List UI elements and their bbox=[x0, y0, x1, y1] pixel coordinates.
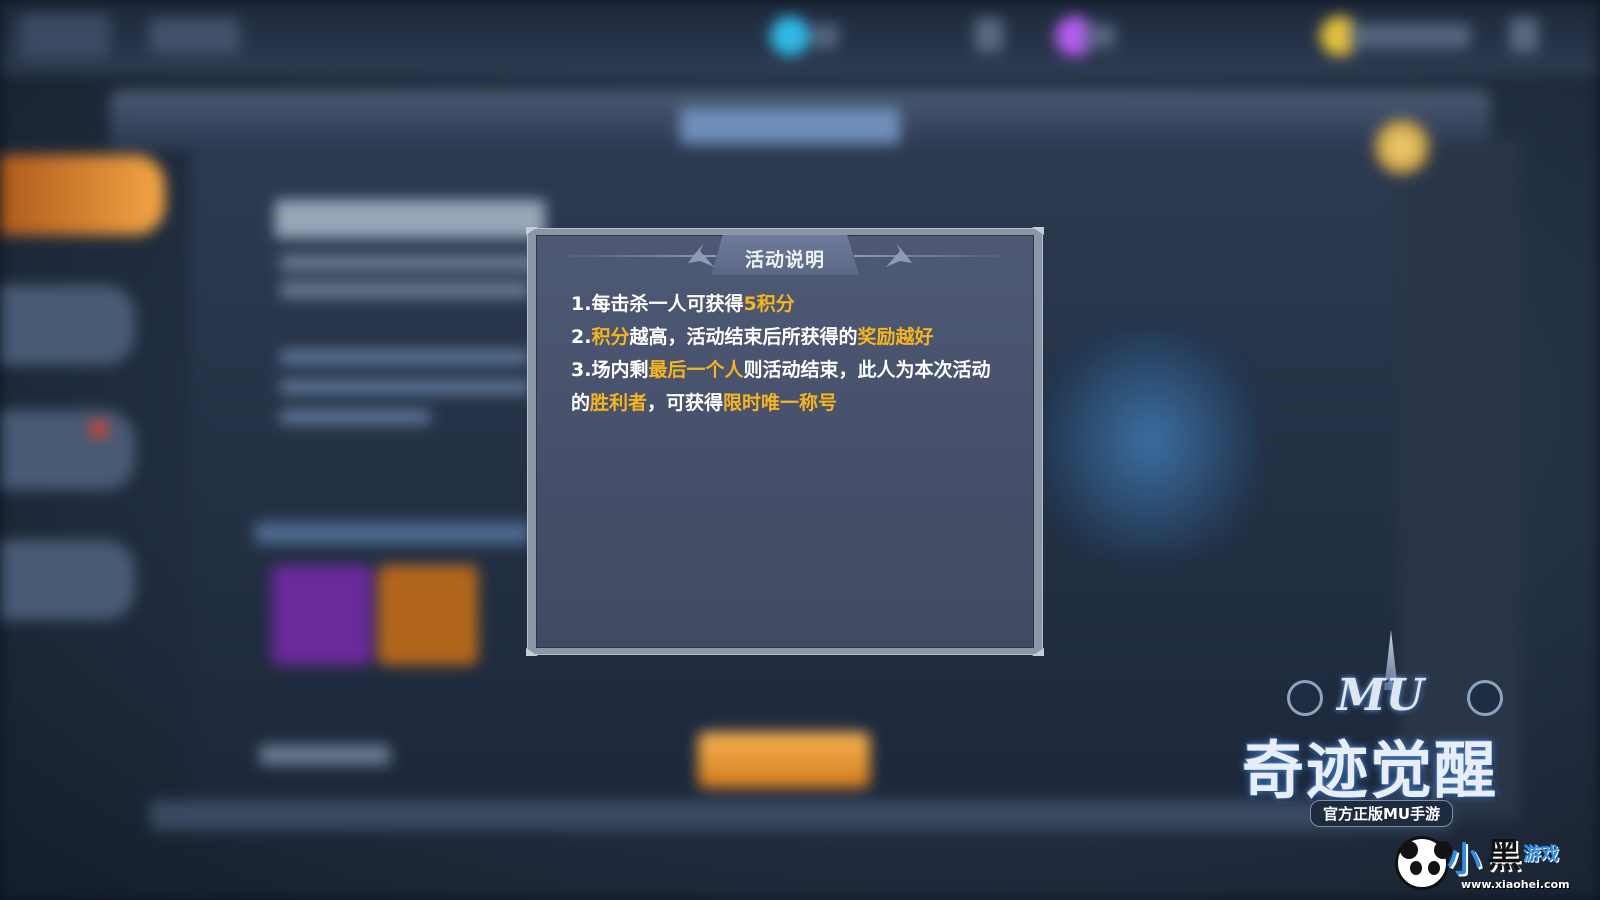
top-resource-bar bbox=[0, 0, 1600, 72]
reward-item-icon[interactable] bbox=[272, 565, 372, 665]
game-logo: MU 奇迹觉醒 官方正版MU手游 bbox=[1232, 630, 1562, 840]
frame-corner bbox=[1032, 227, 1044, 235]
side-tab[interactable] bbox=[0, 540, 135, 620]
rule-text: ，可获得 bbox=[647, 392, 724, 414]
rule-highlight: 5积分 bbox=[743, 293, 795, 315]
side-tab[interactable] bbox=[0, 285, 135, 365]
header-divider bbox=[854, 255, 1014, 257]
dialog-title-plate: 活动说明 bbox=[711, 235, 859, 275]
wing-ornament-icon bbox=[886, 243, 912, 267]
activity-heading bbox=[275, 200, 545, 238]
logo-brand: MU bbox=[1337, 670, 1425, 721]
checkbox-label[interactable] bbox=[260, 745, 390, 765]
rule-text: 越高，活动结束后所获得的 bbox=[629, 326, 858, 348]
rule-text: 2. bbox=[571, 326, 592, 348]
logo-title: 奇迹觉醒 bbox=[1242, 734, 1499, 807]
logo-emblem-icon bbox=[1467, 680, 1503, 716]
site-watermark: 小 黑 游戏 www.xiaohei.com bbox=[1395, 828, 1595, 900]
side-tab[interactable] bbox=[0, 410, 135, 490]
wing-ornament-icon bbox=[688, 243, 714, 267]
rule-highlight: 积分 bbox=[591, 326, 630, 348]
dialog-title: 活动说明 bbox=[744, 249, 825, 271]
menu-tab[interactable] bbox=[150, 18, 240, 54]
activity-text bbox=[280, 255, 540, 271]
back-button[interactable] bbox=[20, 14, 110, 58]
watermark-hei: 黑 bbox=[1487, 836, 1521, 876]
diamond-count bbox=[812, 24, 838, 48]
gift-icon[interactable] bbox=[975, 18, 1003, 52]
activity-text bbox=[280, 282, 530, 298]
reward-item-icon[interactable] bbox=[378, 565, 478, 665]
rule-highlight: 限时唯一称号 bbox=[723, 392, 838, 414]
game-screen: 活动说明 1.每击杀一人可获得5积分 2.积分越高，活动结束后所获得的奖励越好 3.… bbox=[0, 0, 1600, 900]
rule-highlight: 奖励越好 bbox=[857, 326, 934, 348]
reward-orb-icon[interactable] bbox=[1375, 120, 1429, 174]
logo-emblem-icon bbox=[1287, 680, 1323, 716]
panda-mascot-icon bbox=[1395, 836, 1452, 890]
frame-corner bbox=[1032, 648, 1044, 656]
panel-title-plate bbox=[680, 108, 900, 144]
logo-subtitle: 官方正版MU手游 bbox=[1310, 800, 1454, 827]
watermark-url: www.xiaohei.com bbox=[1461, 878, 1570, 891]
dialog-header: 活动说明 bbox=[536, 235, 1034, 275]
rule-line: 2.积分越高，活动结束后所获得的奖励越好 bbox=[571, 321, 991, 354]
reward-label bbox=[255, 522, 530, 544]
frame-corner bbox=[526, 227, 538, 235]
activity-rules: 1.每击杀一人可获得5积分 2.积分越高，活动结束后所获得的奖励越好 3.场内剩最后… bbox=[571, 288, 991, 420]
activity-info bbox=[280, 350, 530, 364]
rule-highlight: 最后一个人 bbox=[648, 359, 744, 381]
notification-dot bbox=[90, 420, 108, 438]
diamond-icon bbox=[770, 16, 810, 56]
watermark-xiao: 小 bbox=[1447, 840, 1481, 880]
activity-description-dialog: 活动说明 1.每击杀一人可获得5积分 2.积分越高，活动结束后所获得的奖励越好 3.… bbox=[526, 227, 1044, 656]
activity-info bbox=[280, 410, 430, 424]
watermark-youxi: 游戏 bbox=[1523, 844, 1559, 865]
rule-text: 3.场内剩 bbox=[571, 359, 649, 381]
gem-count bbox=[1085, 24, 1115, 48]
activity-info bbox=[280, 380, 530, 394]
gold-count bbox=[1350, 24, 1470, 48]
crystal-artwork bbox=[1040, 320, 1260, 560]
enter-button[interactable] bbox=[698, 732, 870, 788]
rule-line: 3.场内剩最后一个人则活动结束，此人为本次活动的胜利者，可获得限时唯一称号 bbox=[571, 354, 991, 420]
rule-highlight: 胜利者 bbox=[590, 392, 648, 414]
frame-corner bbox=[526, 648, 538, 656]
mail-icon[interactable] bbox=[1510, 18, 1538, 52]
rule-text: 1.每击杀一人可获得 bbox=[571, 293, 744, 315]
rule-line: 1.每击杀一人可获得5积分 bbox=[571, 288, 991, 321]
side-tab-active[interactable] bbox=[0, 155, 165, 235]
